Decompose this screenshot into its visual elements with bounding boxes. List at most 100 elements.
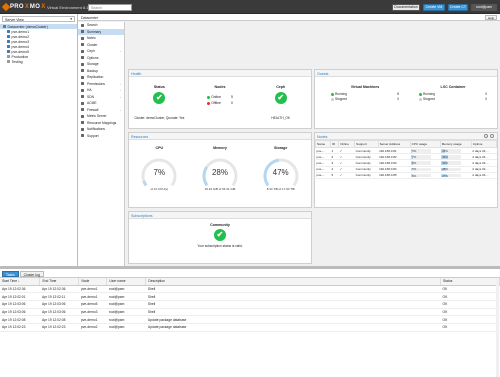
task-row[interactable]: Apr 19 12:03:06 Apr 19 12:03:06 pve-demo3 r… <box>0 308 500 317</box>
nodes-column-header[interactable]: Name <box>314 140 332 148</box>
task-row[interactable]: Apr 19 12:02:08 Apr 19 12:02:08 pve-demo1 r… <box>0 315 500 324</box>
tab-tasks[interactable]: Tasks <box>2 271 19 277</box>
memory-gauge: 28% <box>200 156 240 188</box>
user-menu-button[interactable]: root@pam <box>471 3 497 11</box>
node-memory-bar: 20% <box>441 149 462 153</box>
menu-icon <box>81 82 84 86</box>
node-cpu-value: 7% <box>412 154 417 159</box>
nodes-column-header[interactable]: CPU usage <box>409 140 441 148</box>
search-input[interactable]: Search <box>88 3 132 11</box>
menu-icon <box>81 43 84 47</box>
menu-icon <box>81 88 84 92</box>
task-column-header[interactable]: Node <box>78 278 108 286</box>
tree-item-pool[interactable]: Testing <box>0 59 77 64</box>
chevron-right-icon: › <box>120 88 121 93</box>
nodes-title: Nodes <box>315 133 497 140</box>
resources-panel: Resources CPU 7% of 10 CPU(s) Memory 28%… <box>128 132 312 208</box>
task-status: OK <box>440 300 500 309</box>
lxc-running-count: 0 <box>485 92 487 96</box>
cluster-status-text: Cluster: demoCluster, Quorate: Yes <box>134 116 185 120</box>
nodes-column-header[interactable]: ID <box>330 140 340 148</box>
menu-icon <box>81 36 84 40</box>
menu-item-label: Metric Server <box>87 114 107 119</box>
nodes-column-header[interactable]: Uptime <box>470 140 498 148</box>
task-start: Apr 19 12:02:01 <box>0 292 40 301</box>
nodes-title-text: Nodes <box>317 134 328 139</box>
task-user: root@pam <box>106 300 146 309</box>
node-memory-value: 30% <box>442 161 448 166</box>
task-scrollbar[interactable] <box>496 279 499 377</box>
task-user: root@pam <box>106 323 146 332</box>
nodes-column-header[interactable]: Server Address <box>377 140 411 148</box>
task-row[interactable]: Apr 19 12:02:36 Apr 19 12:02:36 pve-demo1 r… <box>0 285 500 294</box>
task-status: OK <box>440 285 500 294</box>
task-desc: Update package database <box>145 323 441 332</box>
node-name: pve-... <box>315 172 331 179</box>
create-vm-button[interactable]: Create VM <box>423 3 445 11</box>
chevron-right-icon: › <box>120 81 121 86</box>
content-header: Datacenter Help <box>78 14 500 21</box>
server-icon <box>7 30 10 33</box>
menu-item-label: HA <box>87 88 92 93</box>
node-memory-bar: 27% <box>441 174 462 178</box>
task-column-header[interactable]: User name <box>106 278 147 286</box>
menu-item-label: Search <box>87 23 98 28</box>
documentation-button[interactable]: Documentation <box>392 3 420 11</box>
offline-count: 0 <box>230 101 233 105</box>
node-address: 192.168.0.85 <box>378 172 411 179</box>
help-button[interactable]: Help <box>485 15 497 20</box>
menu-icon <box>81 23 84 27</box>
task-panel: Tasks Cluster log Start Time ↓ End Time No… <box>0 266 500 377</box>
view-selector[interactable]: Server View <box>2 16 75 22</box>
task-end: Apr 19 12:02:11 <box>39 292 79 301</box>
menu-item-support[interactable]: Support <box>78 133 124 140</box>
menu-icon <box>81 49 84 53</box>
lxc-stopped-count: 0 <box>485 97 487 101</box>
task-node: pve-demo5 <box>78 300 107 309</box>
menu-item-label: SDN <box>87 94 94 99</box>
node-row[interactable]: pve-... 5 ✔ Community 192.168.0.85 9% 27… <box>315 172 497 179</box>
nodes-panel: Nodes Name ID Online Support Server Address C… <box>314 132 498 208</box>
task-desc: Shell <box>145 308 441 317</box>
task-row[interactable]: Apr 19 12:02:01 Apr 19 12:02:11 pve-demo1 r… <box>0 292 500 301</box>
vm-running-label: Running <box>335 92 347 96</box>
nodes-table: Name ID Online Support Server Address CPU usa… <box>314 140 498 179</box>
task-desc: Shell <box>145 300 441 309</box>
menu-item-label: Notifications <box>87 127 105 132</box>
task-row[interactable]: Apr 19 12:03:06 Apr 19 12:03:06 pve-demo5 r… <box>0 300 500 309</box>
lxc-label: LXC Container <box>440 85 466 89</box>
menu-item-label: Resource Mappings <box>87 120 117 125</box>
task-column-header[interactable]: Start Time ↓ <box>0 278 41 286</box>
nodes-label: Nodes <box>214 85 226 89</box>
node-cpu-bar: 5% <box>411 167 432 171</box>
storage-label: Storage <box>273 146 288 150</box>
node-id: 5 <box>330 172 339 179</box>
refresh-icon[interactable] <box>484 134 488 138</box>
menu-item-label: Ceph <box>87 49 95 54</box>
task-column-header[interactable]: Description <box>145 278 442 286</box>
nodes-column-header[interactable]: Online <box>338 140 356 148</box>
subscriptions-title: Subscriptions <box>129 212 311 219</box>
task-start: Apr 19 12:02:23 <box>0 323 40 332</box>
task-column-header[interactable]: Status <box>440 278 500 286</box>
tree-item-label: pve-demo2 <box>11 34 30 39</box>
task-column-header[interactable]: End Time <box>39 278 80 286</box>
lxc-stopped-label: Stopped <box>423 97 435 101</box>
chevron-right-icon: › <box>120 107 121 112</box>
task-status: OK <box>440 308 500 317</box>
running-icon <box>331 92 334 96</box>
tab-cluster-log[interactable]: Cluster log <box>19 271 44 277</box>
nodes-column-header[interactable]: Support <box>354 140 379 148</box>
running-icon <box>419 92 422 96</box>
menu-item-label: Permissions <box>87 81 105 86</box>
proxmox-logo: PRO X MO X <box>1 2 45 12</box>
task-user: root@pam <box>106 285 146 294</box>
task-row[interactable]: Apr 19 12:02:23 Apr 19 12:02:23 pve-demo2 r… <box>0 323 500 332</box>
settings-icon[interactable] <box>490 134 494 138</box>
create-ct-button[interactable]: Create CT <box>448 3 468 11</box>
ceph-status-text: HEALTH_OK <box>271 116 291 120</box>
menu-icon <box>81 101 84 105</box>
vm-running-count: 8 <box>397 92 399 96</box>
nodes-column-header[interactable]: Memory usage <box>439 140 472 148</box>
node-memory-value: 36% <box>442 154 448 159</box>
